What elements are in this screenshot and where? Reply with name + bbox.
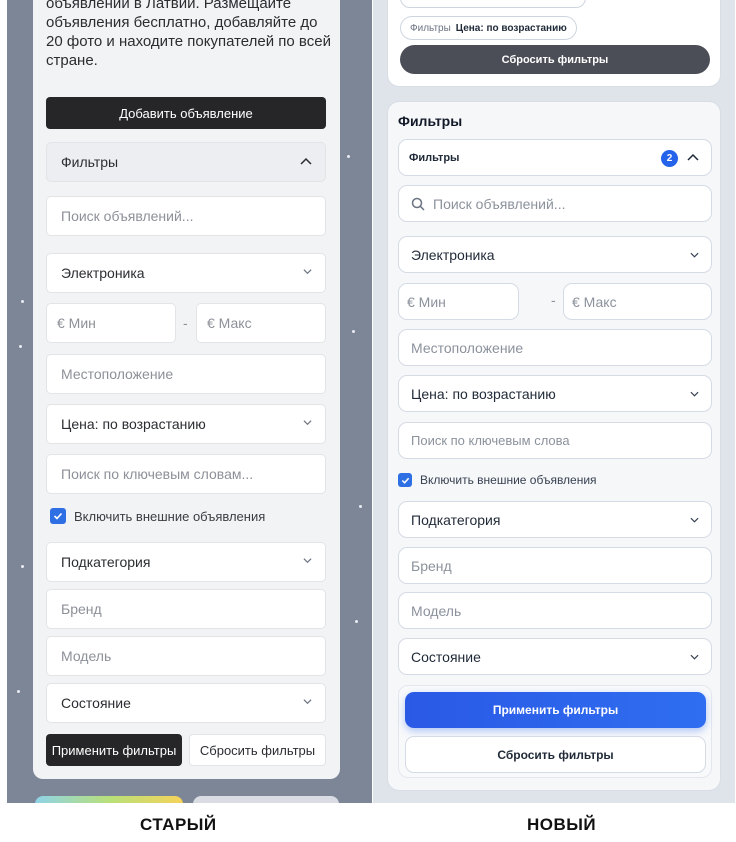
apply-filters-button[interactable]: Применить фильтры bbox=[46, 734, 182, 766]
search-icon bbox=[411, 197, 425, 211]
condition-value: Состояние bbox=[61, 695, 131, 711]
caption-new: НОВЫЙ bbox=[527, 815, 597, 834]
old-filter-card: объявлений в Латвии. Размещайте объявлен… bbox=[33, 0, 340, 779]
external-listings-checkbox[interactable]: Включить внешние объявления bbox=[50, 508, 265, 524]
price-min-input[interactable]: € Мин bbox=[46, 303, 176, 343]
subcategory-select[interactable]: Подкатегория bbox=[398, 501, 712, 538]
chip-key: Фильтры bbox=[410, 22, 451, 34]
decor-dot bbox=[352, 330, 355, 333]
sort-value: Цена: по возрастанию bbox=[61, 416, 206, 432]
search-placeholder: Поиск объявлений... bbox=[433, 195, 566, 212]
model-input[interactable]: Модель bbox=[398, 592, 712, 629]
keywords-input[interactable]: Поиск по ключевым слова bbox=[398, 422, 712, 459]
comparison-page: объявлений в Латвии. Размещайте объявлен… bbox=[0, 0, 736, 842]
apply-filters-button[interactable]: Применить фильтры bbox=[405, 692, 706, 728]
filter-actions: Применить фильтры Сбросить фильтры bbox=[398, 685, 712, 778]
category-value: Электроника bbox=[411, 246, 495, 263]
decor-dot bbox=[19, 345, 22, 348]
condition-select[interactable]: Состояние bbox=[398, 638, 712, 675]
price-max-input[interactable]: € Макс bbox=[563, 283, 712, 320]
caption-old: СТАРЫЙ bbox=[140, 815, 217, 834]
filters-title: Фильтры bbox=[61, 154, 119, 170]
filter-chip[interactable]: Фильтры Цена: по возрастанию bbox=[400, 16, 577, 40]
category-value: Электроника bbox=[61, 265, 145, 281]
active-filters-card: Фильтры Цена: по возрастанию Сбросить фи… bbox=[387, 0, 721, 87]
condition-value: Состояние bbox=[411, 648, 481, 665]
old-screenshot: объявлений в Латвии. Размещайте объявлен… bbox=[7, 0, 372, 803]
price-max-input[interactable]: € Макс bbox=[196, 303, 326, 343]
chevron-down-icon bbox=[690, 517, 699, 523]
chevron-down-icon bbox=[690, 252, 699, 258]
chevron-down-icon bbox=[303, 558, 312, 564]
subcategory-value: Подкатегория bbox=[411, 511, 501, 528]
chevron-up-icon bbox=[300, 157, 312, 165]
condition-select[interactable]: Состояние bbox=[46, 683, 326, 723]
chip-value: Цена: по возрастанию bbox=[455, 22, 567, 34]
filters-toggle[interactable]: Фильтры bbox=[46, 142, 326, 182]
chevron-down-icon bbox=[690, 654, 699, 660]
listing-thumbnail bbox=[193, 796, 339, 803]
location-input[interactable]: Местоположение bbox=[398, 329, 712, 366]
search-input[interactable]: Поиск объявлений... bbox=[46, 196, 326, 236]
category-select[interactable]: Электроника bbox=[46, 253, 326, 293]
reset-filters-button[interactable]: Сбросить фильтры bbox=[405, 736, 706, 773]
keywords-input[interactable]: Поиск по ключевым словам... bbox=[46, 454, 326, 494]
checkbox-checked-icon[interactable] bbox=[50, 508, 66, 524]
checkbox-checked-icon[interactable] bbox=[398, 473, 412, 487]
price-min-input[interactable]: € Мин bbox=[398, 283, 519, 320]
external-listings-label: Включить внешние объявления bbox=[74, 508, 266, 524]
search-input[interactable]: Поиск объявлений... bbox=[398, 185, 712, 222]
listing-thumbnail bbox=[35, 796, 183, 803]
sort-value: Цена: по возрастанию bbox=[411, 385, 556, 402]
new-filter-panel: Фильтры Фильтры 2 Поиск объявлений... Эл… bbox=[387, 101, 721, 791]
reset-filters-top-button[interactable]: Сбросить фильтры bbox=[400, 45, 710, 74]
price-separator: - bbox=[551, 292, 556, 308]
decor-dot bbox=[21, 300, 24, 303]
decor-dot bbox=[17, 690, 20, 693]
sort-select[interactable]: Цена: по возрастанию bbox=[46, 404, 326, 444]
category-select[interactable]: Электроника bbox=[398, 236, 712, 273]
location-input[interactable]: Местоположение bbox=[46, 354, 326, 394]
chevron-down-icon bbox=[690, 391, 699, 397]
external-listings-label: Включить внешние объявления bbox=[420, 473, 597, 487]
brand-input[interactable]: Бренд bbox=[398, 547, 712, 584]
decor-dot bbox=[347, 155, 350, 158]
decor-dot bbox=[359, 505, 362, 508]
external-listings-checkbox[interactable]: Включить внешние объявления bbox=[398, 473, 597, 487]
sort-select[interactable]: Цена: по возрастанию bbox=[398, 375, 712, 412]
chevron-down-icon bbox=[303, 420, 312, 426]
chevron-down-icon bbox=[303, 269, 312, 275]
reset-filters-button[interactable]: Сбросить фильтры bbox=[189, 734, 326, 766]
model-input[interactable]: Модель bbox=[46, 636, 326, 676]
filters-toggle[interactable]: Фильтры 2 bbox=[398, 139, 712, 176]
new-screenshot: Фильтры Цена: по возрастанию Сбросить фи… bbox=[373, 0, 735, 803]
filter-chip[interactable] bbox=[400, 0, 586, 8]
filter-count-badge: 2 bbox=[661, 150, 678, 167]
subcategory-select[interactable]: Подкатегория bbox=[46, 542, 326, 582]
subcategory-value: Подкатегория bbox=[61, 554, 151, 570]
chevron-down-icon bbox=[303, 699, 312, 705]
filters-header-label: Фильтры bbox=[409, 151, 460, 164]
brand-input[interactable]: Бренд bbox=[46, 589, 326, 629]
add-listing-button[interactable]: Добавить объявление bbox=[46, 97, 326, 129]
intro-text: объявлений в Латвии. Размещайте объявлен… bbox=[46, 0, 331, 69]
decor-dot bbox=[355, 620, 358, 623]
price-separator: - bbox=[183, 315, 188, 331]
panel-title: Фильтры bbox=[398, 113, 463, 129]
decor-dot bbox=[21, 565, 24, 568]
chevron-up-icon bbox=[687, 153, 699, 161]
